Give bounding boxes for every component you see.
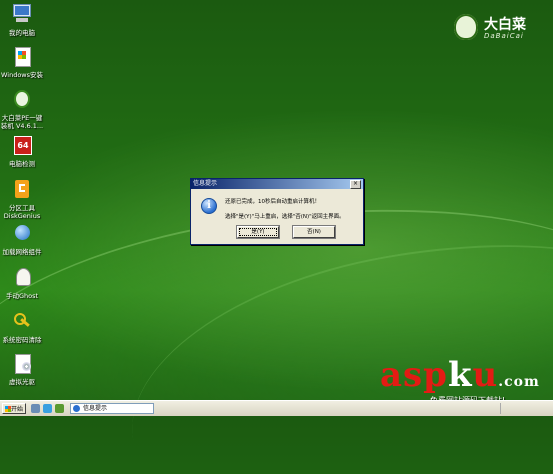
desktop-icon-label: 分区工具DiskGenius <box>3 204 41 220</box>
installer-icon <box>10 45 34 69</box>
windows-logo-icon <box>5 406 11 412</box>
virtual-drive-icon <box>10 352 34 376</box>
watermark-brand: aspku.com <box>380 355 540 395</box>
desktop-icon-label: 手动Ghost <box>5 292 39 300</box>
desktop-icon-password-reset[interactable]: 系统密码清除 <box>0 310 44 344</box>
desktop-icon-my-computer[interactable]: 我的电脑 <box>0 3 44 37</box>
hardware-check-icon: 64 <box>10 134 34 158</box>
dialog-title: 信息提示 <box>193 180 218 187</box>
key-icon <box>10 310 34 334</box>
desktop-icon-pe-install[interactable]: 大白菜PE一键装机 V4.6.1... <box>0 88 44 130</box>
quicklaunch-computer-icon[interactable] <box>31 404 40 413</box>
cabbage-mascot-icon <box>454 14 478 40</box>
start-button[interactable]: 开始 <box>2 403 26 414</box>
computer-icon <box>10 3 34 27</box>
dialog-titlebar[interactable]: 信息提示 × <box>191 179 363 189</box>
dabaicai-logo: 大白菜 DaBaiCai <box>454 12 544 44</box>
desktop-icon-label: 电脑检测 <box>9 160 35 168</box>
start-label: 开始 <box>10 406 23 413</box>
desktop-icon-ghost[interactable]: 手动Ghost <box>0 266 44 300</box>
quicklaunch-tool-icon[interactable] <box>55 404 64 413</box>
info-dialog: 信息提示 × i 还原已完成，10秒后自动重启计算机！ 选择"是(Y)"马上重启… <box>190 178 364 245</box>
info-icon <box>73 405 80 412</box>
desktop-icon-label: 加载网络组件 <box>2 248 42 256</box>
dialog-message: 选择"是(Y)"马上重启，选择"否(N)"返回主界面。 <box>225 214 345 220</box>
no-button[interactable]: 否(N) <box>293 226 335 238</box>
taskbar-item-info-dialog[interactable]: 信息提示 <box>70 403 154 414</box>
system-tray <box>500 403 551 414</box>
desktop-icon-windows-install[interactable]: Windows安装 <box>0 45 44 79</box>
dialog-message: 还原已完成，10秒后自动重启计算机！ <box>225 199 320 205</box>
info-icon: i <box>201 198 217 214</box>
yes-button[interactable]: 是(Y) <box>237 226 279 238</box>
desktop-icon-label: 大白菜PE一键装机 V4.6.1... <box>0 114 44 130</box>
desktop-icon-diskgenius[interactable]: 分区工具DiskGenius <box>0 178 44 220</box>
install-tool-icon <box>10 88 34 112</box>
desktop-icon-network[interactable]: 加载网络组件 <box>0 222 44 256</box>
desktop-icon-label: 系统密码清除 <box>2 336 42 344</box>
partition-tool-icon <box>10 178 34 202</box>
desktop-icon-label: Windows安装 <box>0 71 43 79</box>
logo-text-en: DaBaiCai <box>484 32 524 40</box>
taskbar: 开始 信息提示 <box>0 400 553 416</box>
desktop-icon-label: 我的电脑 <box>9 29 35 37</box>
desktop-icon-label: 虚拟光驱 <box>9 378 35 386</box>
ghost-icon <box>10 266 34 290</box>
desktop-icon-virtual-drive[interactable]: 虚拟光驱 <box>0 352 44 386</box>
logo-text-cn: 大白菜 <box>484 17 526 33</box>
quicklaunch-network-icon[interactable] <box>43 404 52 413</box>
close-button[interactable]: × <box>350 179 361 189</box>
network-icon <box>10 222 34 246</box>
taskbar-item-label: 信息提示 <box>83 405 108 412</box>
desktop-icon-hardware-check[interactable]: 64 电脑检测 <box>0 134 44 168</box>
